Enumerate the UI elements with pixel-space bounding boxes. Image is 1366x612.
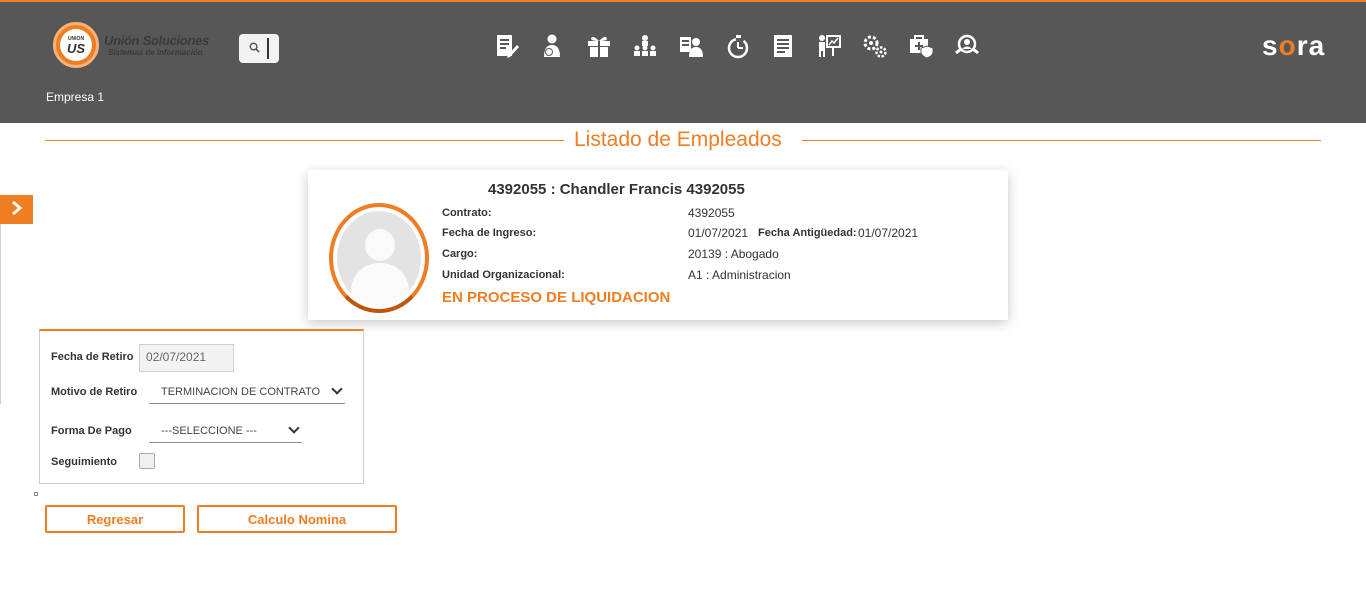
logo-mark-main: US xyxy=(66,40,86,56)
gears-icon[interactable] xyxy=(861,32,889,60)
avatar xyxy=(329,203,429,313)
brand-logo: sora xyxy=(1262,30,1326,61)
status-badge: EN PROCESO DE LIQUIDACION xyxy=(442,289,671,306)
search-button[interactable] xyxy=(239,34,279,63)
motivo-retiro-select[interactable]: TERMINACION DE CONTRATO xyxy=(149,380,345,404)
forma-pago-value: ---SELECCIONE --- xyxy=(161,424,257,437)
fecha-retiro-label: Fecha de Retiro xyxy=(51,351,134,363)
id-card-person-icon[interactable] xyxy=(677,32,705,60)
user-search-icon[interactable] xyxy=(953,32,981,60)
chevron-down-icon xyxy=(331,383,343,395)
employee-card: 4392055 : Chandler Francis 4392055 Contr… xyxy=(308,170,1008,320)
document-edit-icon[interactable] xyxy=(493,32,521,60)
fecha-ingreso-value: 01/07/2021 xyxy=(688,226,749,240)
fecha-retiro-field[interactable]: 02/07/2021 xyxy=(139,344,234,372)
cargo-label: Cargo: xyxy=(442,248,478,260)
cargo-value: 20139 : Abogado xyxy=(688,247,779,261)
user-placeholder-icon xyxy=(337,211,421,305)
seguimiento-checkbox[interactable] xyxy=(139,453,155,469)
main-nav xyxy=(493,32,999,60)
org-chart-icon[interactable] xyxy=(631,32,659,60)
unidad-value: A1 : Administracion xyxy=(688,268,791,282)
page-title: Listado de Empleados xyxy=(574,128,782,151)
regresar-button[interactable]: Regresar xyxy=(45,505,185,533)
sidebar-toggle-button[interactable] xyxy=(0,195,33,224)
calculo-nomina-button[interactable]: Calculo Nomina xyxy=(197,505,397,533)
seguimiento-label: Seguimiento xyxy=(51,456,118,468)
contrato-label: Contrato: xyxy=(442,207,492,219)
chevron-right-icon xyxy=(11,199,23,220)
retiro-form: Fecha de Retiro 02/07/2021 Motivo de Ret… xyxy=(39,329,364,484)
logo-mark: UNION US xyxy=(53,22,99,68)
fecha-ingreso-label: Fecha de Ingreso: xyxy=(442,227,537,239)
section-header: Listado de Empleados xyxy=(45,128,1321,152)
employee-money-icon[interactable] xyxy=(539,32,567,60)
chevron-down-icon xyxy=(288,422,300,434)
contrato-value: 4392055 xyxy=(688,206,735,220)
search-icon xyxy=(249,42,260,56)
sidebar-edge xyxy=(0,224,1,404)
company-logo[interactable]: UNION US Unión Soluciones Sistemas de In… xyxy=(53,22,209,68)
logo-title: Unión Soluciones xyxy=(104,33,209,48)
forma-pago-label: Forma De Pago xyxy=(51,425,132,437)
employee-name: 4392055 : Chandler Francis 4392055 xyxy=(488,181,745,198)
presentation-icon[interactable] xyxy=(815,32,843,60)
fecha-antiguedad-label: Fecha Antigüedad: xyxy=(758,227,857,239)
motivo-retiro-value: TERMINACION DE CONTRATO xyxy=(161,385,321,398)
top-header: UNION US Unión Soluciones Sistemas de In… xyxy=(0,0,1366,123)
section-line-right xyxy=(802,140,1321,141)
company-name: Empresa 1 xyxy=(46,90,105,104)
unidad-label: Unidad Organizacional: xyxy=(442,269,565,281)
motivo-retiro-label: Motivo de Retiro xyxy=(51,386,138,398)
fecha-antiguedad-value: 01/07/2021 xyxy=(858,226,919,240)
medical-kit-shield-icon[interactable] xyxy=(907,32,935,60)
report-list-icon[interactable] xyxy=(769,32,797,60)
logo-subtitle: Sistemas de Información xyxy=(108,48,203,57)
stopwatch-icon[interactable] xyxy=(723,32,751,60)
gift-icon[interactable] xyxy=(585,32,613,60)
section-line-left xyxy=(45,140,564,141)
search-caret xyxy=(267,38,269,59)
forma-pago-select[interactable]: ---SELECCIONE --- xyxy=(149,419,302,443)
small-marker xyxy=(34,492,38,496)
